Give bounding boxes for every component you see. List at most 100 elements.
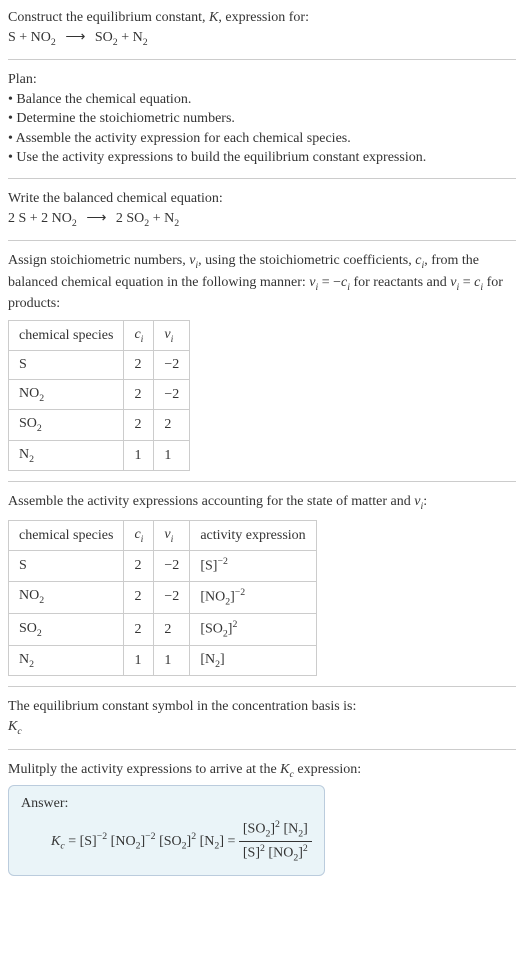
subscript: i	[141, 534, 144, 545]
ci-cell: 2	[124, 351, 154, 380]
multiply-text: Mulitply the activity expressions to arr…	[8, 760, 516, 782]
plan-item: • Assemble the activity expression for e…	[8, 129, 516, 149]
divider	[8, 686, 516, 687]
ksymbol-value: Kc	[8, 717, 516, 739]
divider	[8, 749, 516, 750]
species-text: SO	[19, 416, 37, 431]
plan-item: • Determine the stoichiometric numbers.	[8, 109, 516, 129]
term: [S]	[243, 845, 260, 860]
table-row: S 2 −2 [S]−2	[9, 551, 317, 581]
ci-cell: 2	[124, 613, 154, 645]
term: ]	[219, 833, 224, 848]
species-cell: NO2	[9, 581, 124, 613]
species-text: NO	[19, 588, 39, 603]
equals: =	[65, 833, 80, 848]
K-symbol: K	[280, 762, 289, 777]
K-symbol: K	[51, 833, 60, 848]
activity-cell: [N2]	[190, 645, 316, 676]
superscript: 2	[303, 843, 308, 854]
rhs: + N	[149, 211, 174, 226]
arrow-icon: ⟶	[59, 30, 91, 45]
expr: [SO	[200, 621, 223, 636]
ci-cell: 2	[124, 379, 154, 410]
answer-expression: Kc = [S]−2 [NO2]−2 [SO2]2 [N2] = [SO2]2 …	[21, 814, 312, 865]
ci-cell: 2	[124, 551, 154, 581]
term: [S]	[80, 833, 97, 848]
table-row: SO2 2 2	[9, 410, 190, 441]
nui-cell: −2	[154, 351, 190, 380]
assemble-text: Assemble the activity expressions accoun…	[8, 492, 516, 514]
ci-cell: 2	[124, 410, 154, 441]
activity-cell: [NO2]−2	[190, 581, 316, 613]
divider	[8, 59, 516, 60]
term: [SO	[159, 833, 182, 848]
equals: =	[227, 833, 238, 848]
plan-block: Plan: • Balance the chemical equation. •…	[8, 70, 516, 168]
table-row: N2 1 1 [N2]	[9, 645, 317, 676]
species-cell: S	[9, 351, 124, 380]
subscript: 2	[29, 659, 34, 670]
subscript: i	[171, 334, 174, 345]
species-cell: NO2	[9, 379, 124, 410]
superscript: −2	[97, 831, 107, 842]
text: = −	[318, 275, 341, 290]
answer-box: Answer: Kc = [S]−2 [NO2]−2 [SO2]2 [N2] =…	[8, 785, 325, 876]
species-cell: SO2	[9, 410, 124, 441]
expr: [S]	[200, 559, 217, 574]
text: , using the stoichiometric coefficients,	[198, 253, 415, 268]
species-cell: SO2	[9, 613, 124, 645]
intro-block: Construct the equilibrium constant, K, e…	[8, 8, 516, 49]
activity-cell: [SO2]2	[190, 613, 316, 645]
term: [NO	[268, 845, 293, 860]
table-row: NO2 2 −2	[9, 379, 190, 410]
term: ]	[303, 821, 308, 836]
subscript: c	[17, 726, 21, 737]
plan-title: Plan:	[8, 70, 516, 90]
species-cell: N2	[9, 440, 124, 471]
divider	[8, 240, 516, 241]
text: expression:	[294, 762, 361, 777]
expr: [N	[200, 652, 215, 667]
subscript: 2	[37, 627, 42, 638]
col-nui: νi	[154, 520, 190, 551]
term: [NO	[111, 833, 136, 848]
expr: [NO	[200, 589, 225, 604]
assign-block: Assign stoichiometric numbers, νi, using…	[8, 251, 516, 314]
ci-cell: 1	[124, 440, 154, 471]
col-species: chemical species	[9, 520, 124, 551]
term: [N	[283, 821, 298, 836]
text: for reactants and	[350, 275, 450, 290]
fraction: [SO2]2 [N2] [S]2 [NO2]2	[239, 818, 312, 865]
nui-cell: 2	[154, 613, 190, 645]
plan-item: • Balance the chemical equation.	[8, 90, 516, 110]
activity-cell: [S]−2	[190, 551, 316, 581]
superscript: 2	[232, 619, 237, 630]
subscript: 2	[174, 217, 179, 228]
subscript: 2	[72, 217, 77, 228]
superscript: −2	[217, 556, 227, 567]
activity-table: chemical species ci νi activity expressi…	[8, 520, 317, 677]
lhs: 2 S + 2 NO	[8, 211, 72, 226]
subscript: 2	[143, 36, 148, 47]
ksymbol-text: The equilibrium constant symbol in the c…	[8, 697, 516, 717]
text: Construct the equilibrium constant,	[8, 10, 209, 25]
col-ci: ci	[124, 520, 154, 551]
nui-cell: −2	[154, 379, 190, 410]
nui-cell: −2	[154, 581, 190, 613]
col-species: chemical species	[9, 320, 124, 351]
subscript: 2	[39, 595, 44, 606]
rhs: SO	[95, 30, 113, 45]
table-header-row: chemical species ci νi	[9, 320, 190, 351]
K-symbol: K	[8, 719, 17, 734]
species-text: SO	[19, 621, 37, 636]
subscript: 2	[51, 36, 56, 47]
rhs: 2 SO	[116, 211, 144, 226]
K-symbol: K	[209, 10, 218, 25]
balanced-equation: 2 S + 2 NO2 ⟶ 2 SO2 + N2	[8, 209, 516, 231]
species-text: S	[19, 558, 27, 573]
expr: ]	[220, 652, 225, 667]
table-row: SO2 2 2 [SO2]2	[9, 613, 317, 645]
text: , expression for:	[218, 10, 309, 25]
species-cell: S	[9, 551, 124, 581]
denominator: [S]2 [NO2]2	[239, 842, 312, 865]
